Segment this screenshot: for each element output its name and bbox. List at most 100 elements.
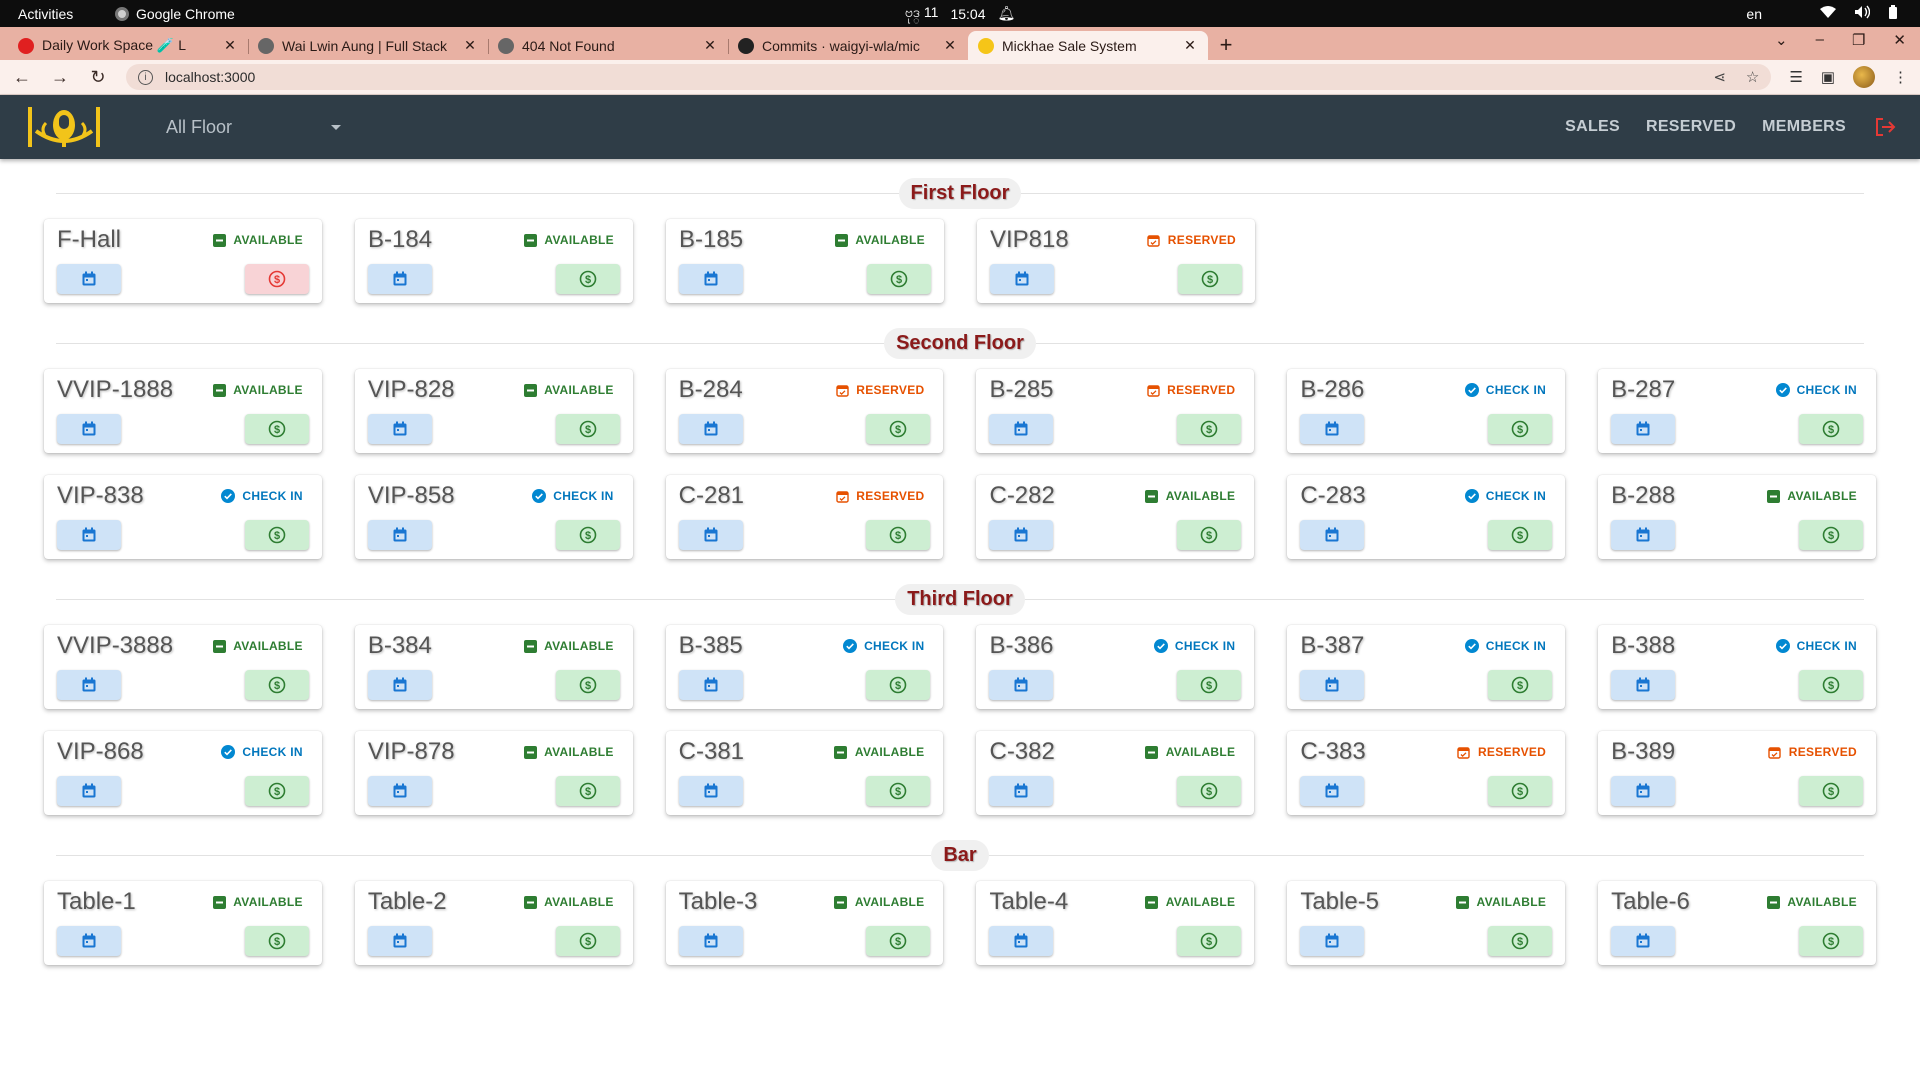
sale-payment-button[interactable]: $ xyxy=(1798,520,1863,550)
reload-icon[interactable]: ↻ xyxy=(88,67,108,88)
sale-payment-button[interactable]: $ xyxy=(1488,414,1553,444)
activities-button[interactable]: Activities xyxy=(0,6,115,22)
reserve-calendar-button[interactable] xyxy=(678,926,743,956)
reserve-calendar-button[interactable] xyxy=(1611,926,1676,956)
sale-payment-button[interactable]: $ xyxy=(555,926,620,956)
floor-select[interactable]: All Floor xyxy=(166,117,341,138)
room-card[interactable]: F-Hall AVAILABLE $ xyxy=(44,219,322,303)
sale-payment-button[interactable]: $ xyxy=(244,670,309,700)
room-card[interactable]: B-384 AVAILABLE $ xyxy=(354,625,633,709)
reserve-calendar-button[interactable] xyxy=(989,776,1054,806)
reserve-calendar-button[interactable] xyxy=(989,670,1054,700)
room-card[interactable]: VIP-838 CHECK IN $ xyxy=(44,475,322,559)
reserve-calendar-button[interactable] xyxy=(57,670,121,700)
room-card[interactable]: Table-6 AVAILABLE $ xyxy=(1598,881,1876,965)
room-card[interactable]: B-185 AVAILABLE $ xyxy=(666,219,944,303)
tab-close-icon[interactable]: ✕ xyxy=(222,37,238,54)
nav-reserved-link[interactable]: RESERVED xyxy=(1646,118,1736,136)
sale-payment-button[interactable]: $ xyxy=(1177,670,1242,700)
room-card[interactable]: VIP-828 AVAILABLE $ xyxy=(354,369,633,453)
volume-icon[interactable] xyxy=(1854,5,1871,22)
sale-payment-button[interactable]: $ xyxy=(1488,926,1553,956)
tab-search-icon[interactable]: ⌄ xyxy=(1775,31,1788,49)
sale-payment-button[interactable]: $ xyxy=(244,776,309,806)
room-card[interactable]: B-385 CHECK IN $ xyxy=(665,625,944,709)
browser-tab[interactable]: Wai Lwin Aung | Full Stack ✕ xyxy=(248,31,488,60)
sale-payment-button[interactable]: $ xyxy=(866,414,931,444)
room-card[interactable]: B-285 RESERVED $ xyxy=(976,369,1255,453)
battery-icon[interactable] xyxy=(1888,4,1898,23)
reserve-calendar-button[interactable] xyxy=(57,520,121,550)
room-card[interactable]: C-282 AVAILABLE $ xyxy=(976,475,1255,559)
room-card[interactable]: B-288 AVAILABLE $ xyxy=(1598,475,1876,559)
close-window-icon[interactable]: ✕ xyxy=(1893,31,1906,49)
room-card[interactable]: C-383 RESERVED $ xyxy=(1287,731,1566,815)
sale-payment-button[interactable]: $ xyxy=(1177,926,1242,956)
room-card[interactable]: B-184 AVAILABLE $ xyxy=(355,219,633,303)
sale-payment-button[interactable]: $ xyxy=(867,264,931,294)
room-card[interactable]: VIP-868 CHECK IN $ xyxy=(44,731,322,815)
menu-kebab-icon[interactable]: ⋮ xyxy=(1893,68,1908,86)
reserve-calendar-button[interactable] xyxy=(1611,520,1676,550)
reserve-calendar-button[interactable] xyxy=(367,414,432,444)
address-bar[interactable]: i localhost:3000 ⋖ ☆ xyxy=(126,64,1772,90)
reserve-calendar-button[interactable] xyxy=(678,670,743,700)
room-card[interactable]: B-387 CHECK IN $ xyxy=(1287,625,1566,709)
reserve-calendar-button[interactable] xyxy=(1300,776,1365,806)
room-card[interactable]: B-389 RESERVED $ xyxy=(1598,731,1876,815)
sale-payment-button[interactable]: $ xyxy=(1798,926,1863,956)
room-card[interactable]: C-283 CHECK IN $ xyxy=(1287,475,1566,559)
tab-close-icon[interactable]: ✕ xyxy=(462,37,478,54)
reserve-calendar-button[interactable] xyxy=(1300,670,1365,700)
reserve-calendar-button[interactable] xyxy=(1300,926,1365,956)
reserve-calendar-button[interactable] xyxy=(679,264,743,294)
reserve-calendar-button[interactable] xyxy=(989,520,1054,550)
reserve-calendar-button[interactable] xyxy=(1611,414,1676,444)
app-menu[interactable]: Google Chrome xyxy=(115,6,235,22)
room-card[interactable]: B-287 CHECK IN $ xyxy=(1598,369,1876,453)
reserve-calendar-button[interactable] xyxy=(678,414,743,444)
reserve-calendar-button[interactable] xyxy=(1300,414,1365,444)
sale-payment-button[interactable]: $ xyxy=(244,520,309,550)
reserve-calendar-button[interactable] xyxy=(678,776,743,806)
side-panel-icon[interactable]: ▣ xyxy=(1821,68,1835,86)
restore-icon[interactable]: ❐ xyxy=(1852,31,1865,49)
room-card[interactable]: VIP818 RESERVED $ xyxy=(977,219,1255,303)
clock[interactable]: ဗုဒ္ 11 15:04 🔔︎ xyxy=(905,3,1016,24)
sale-payment-button[interactable]: $ xyxy=(555,520,620,550)
new-tab-button[interactable]: + xyxy=(1208,32,1244,58)
sale-payment-button[interactable]: $ xyxy=(244,414,309,444)
reserve-calendar-button[interactable] xyxy=(367,926,432,956)
sale-payment-button[interactable]: $ xyxy=(1798,414,1863,444)
reading-list-icon[interactable]: ☰ xyxy=(1789,68,1802,86)
browser-tab[interactable]: Commits · waigyi-wla/mic ✕ xyxy=(728,31,968,60)
sale-payment-button[interactable]: $ xyxy=(555,670,620,700)
room-card[interactable]: C-382 AVAILABLE $ xyxy=(976,731,1255,815)
sale-payment-button[interactable]: $ xyxy=(866,776,931,806)
reserve-calendar-button[interactable] xyxy=(57,776,121,806)
back-icon[interactable]: ← xyxy=(12,67,32,88)
room-card[interactable]: VIP-878 AVAILABLE $ xyxy=(354,731,633,815)
reserve-calendar-button[interactable] xyxy=(57,414,121,444)
browser-tab[interactable]: Mickhae Sale System ✕ xyxy=(968,31,1208,60)
tab-close-icon[interactable]: ✕ xyxy=(942,37,958,54)
room-card[interactable]: B-386 CHECK IN $ xyxy=(976,625,1255,709)
sale-payment-button[interactable]: $ xyxy=(1177,414,1242,444)
sale-payment-button[interactable]: $ xyxy=(866,520,931,550)
room-card[interactable]: VIP-858 CHECK IN $ xyxy=(354,475,633,559)
sale-payment-button[interactable]: $ xyxy=(555,776,620,806)
logout-icon[interactable] xyxy=(1874,116,1896,138)
reserve-calendar-button[interactable] xyxy=(368,264,432,294)
reserve-calendar-button[interactable] xyxy=(57,264,121,294)
sale-payment-button[interactable]: $ xyxy=(1178,264,1242,294)
reserve-calendar-button[interactable] xyxy=(367,776,432,806)
sale-payment-button[interactable]: $ xyxy=(245,264,309,294)
room-card[interactable]: VVIP-1888 AVAILABLE $ xyxy=(44,369,322,453)
minimize-icon[interactable]: – xyxy=(1816,31,1824,49)
room-card[interactable]: C-281 RESERVED $ xyxy=(665,475,944,559)
browser-tab[interactable]: Daily Work Space 🧪 L ✕ xyxy=(8,31,248,60)
sale-payment-button[interactable]: $ xyxy=(555,414,620,444)
language-indicator[interactable]: en xyxy=(1746,6,1762,22)
reserve-calendar-button[interactable] xyxy=(367,670,432,700)
room-card[interactable]: B-284 RESERVED $ xyxy=(665,369,944,453)
